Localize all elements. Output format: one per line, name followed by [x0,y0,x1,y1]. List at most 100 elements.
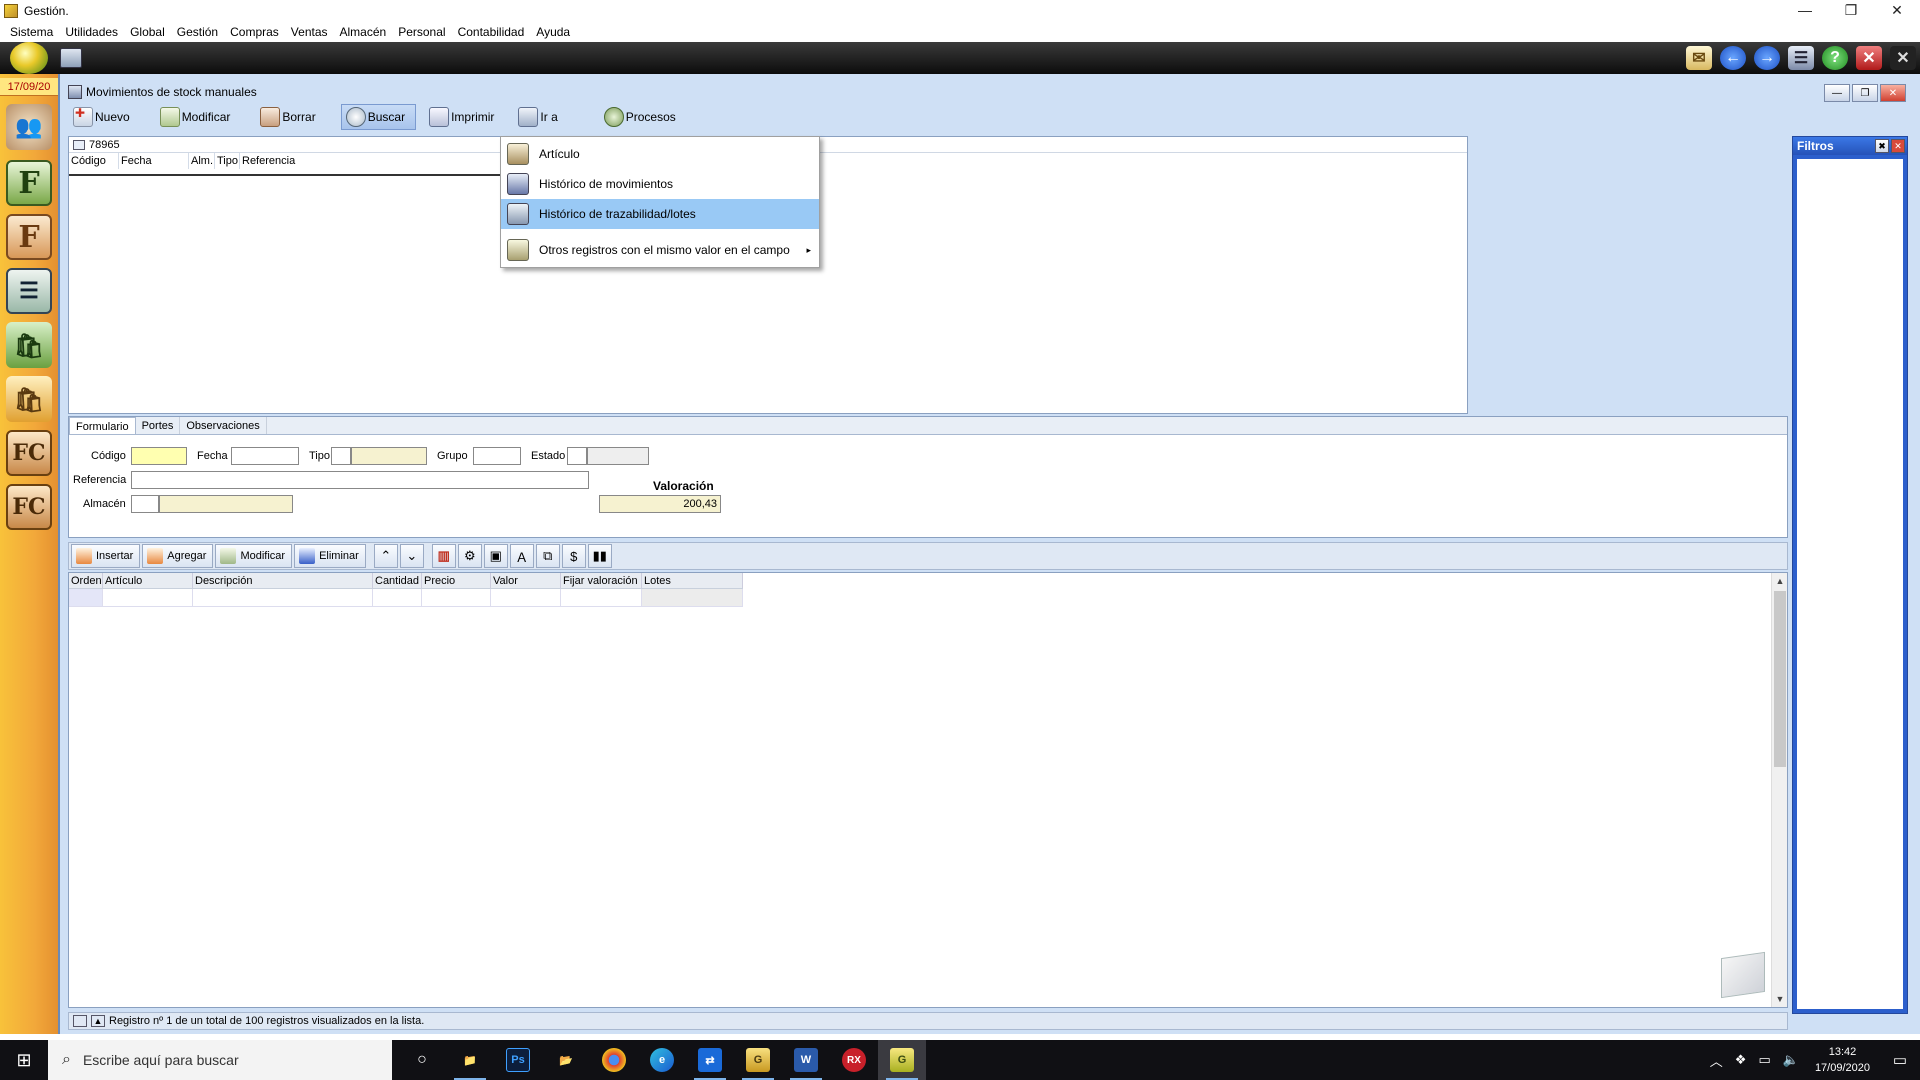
fc-icon-2[interactable]: FC [6,484,52,530]
rx-icon[interactable]: RX [830,1040,878,1080]
col-alm[interactable]: Alm. [189,153,215,169]
modificar-button[interactable]: Modificar [155,104,242,130]
move-up-icon[interactable]: ⌃ [373,544,398,568]
photoshop-icon[interactable]: Ps [494,1040,542,1080]
file-explorer-icon[interactable]: 📁 [446,1040,494,1080]
tab-observaciones[interactable]: Observaciones [180,417,267,434]
estado-code-field[interactable] [567,447,587,465]
menu-item-otros-registros[interactable]: Otros registros con el mismo valor en el… [501,235,819,265]
grupo-field[interactable] [473,447,521,465]
insertar-button[interactable]: Insertar [71,544,141,568]
settings-icon[interactable]: ⚙ [457,544,482,568]
box-icon[interactable]: ▣ [483,544,508,568]
cortana-icon[interactable]: ○ [398,1040,446,1080]
scroll-down-icon[interactable]: ▼ [1772,991,1788,1007]
close-button[interactable]: ✕ [1874,0,1920,22]
referencia-field[interactable] [131,471,589,489]
filters-close-icon[interactable]: ✕ [1891,139,1905,153]
f-orange-icon[interactable]: F [6,214,52,260]
tipo-code-field[interactable] [331,447,351,465]
word-icon[interactable]: W [782,1040,830,1080]
grid-search-value[interactable]: 78965 [89,139,120,151]
keyboard-status-icon[interactable] [73,1015,87,1027]
menu-utilidades[interactable]: Utilidades [59,25,124,39]
fecha-field[interactable] [231,447,299,465]
codigo-field[interactable] [131,447,187,465]
menu-almacen[interactable]: Almacén [334,25,393,39]
tab-formulario[interactable]: Formulario [69,417,136,434]
cell-lotes[interactable] [642,589,743,607]
col-fijar-valoracion[interactable]: Fijar valoración [561,573,642,588]
dropbox-icon[interactable]: ❖ [1735,1052,1747,1068]
notifications-icon[interactable]: ▭ [1880,1040,1920,1080]
cell-orden[interactable] [69,589,103,607]
menu-personal[interactable]: Personal [392,25,451,39]
col-descripcion[interactable]: Descripción [193,573,373,588]
help-icon[interactable]: ? [1822,46,1848,70]
menu-item-articulo[interactable]: Artículo [501,139,819,169]
cell-valor[interactable] [491,589,561,607]
lots-icon[interactable]: $ [561,544,586,568]
col-articulo[interactable]: Artículo [103,573,193,588]
volume-muted-icon[interactable]: 🔈 [1783,1052,1799,1068]
scroll-up-icon[interactable]: ▲ [1772,573,1788,589]
cell-descripcion[interactable] [193,589,373,607]
windows-icon[interactable]: ☰ [1788,46,1814,70]
menu-compras[interactable]: Compras [224,25,285,39]
procesos-button[interactable]: Procesos [599,104,687,130]
traceability-icon[interactable]: ⧉ [535,544,560,568]
f-green-icon[interactable]: F [6,160,52,206]
col-valor[interactable]: Valor [491,573,561,588]
users-icon[interactable]: 👥 [6,104,52,150]
cell-precio[interactable] [422,589,491,607]
windows-start-icon[interactable]: ⊞ [0,1040,48,1080]
cell-cantidad[interactable] [373,589,422,607]
eliminar-button[interactable]: Eliminar [294,544,366,568]
scroll-thumb[interactable] [1774,591,1786,767]
barcode-icon[interactable]: ▮▮ [587,544,612,568]
cell-articulo[interactable] [103,589,193,607]
doc-restore-button[interactable]: ❐ [1852,84,1878,102]
shopping-bag-green-icon[interactable]: 🛍 [6,322,52,368]
doc-minimize-button[interactable]: — [1824,84,1850,102]
edge-icon[interactable]: e [638,1040,686,1080]
taskbar-search[interactable]: ⌕ Escribe aquí para buscar [48,1040,392,1080]
move-down-icon[interactable]: ⌄ [399,544,424,568]
keyboard-icon[interactable] [73,139,85,150]
calculator-icon[interactable] [60,48,82,68]
col-precio[interactable]: Precio [422,573,491,588]
col-tipo[interactable]: Tipo [215,153,240,169]
nuevo-button[interactable]: Nuevo [68,104,141,130]
doc-close-button[interactable]: ✕ [1880,84,1906,102]
back-arrow-icon[interactable]: ← [1720,46,1746,70]
gestion-alt-icon[interactable]: G [734,1040,782,1080]
gestion-icon[interactable]: G [878,1040,926,1080]
chevron-up-icon[interactable]: ︿ [1710,1051,1723,1070]
menu-gestion[interactable]: Gestión [171,25,224,39]
expand-up-icon[interactable]: ▲ [91,1015,105,1027]
forward-arrow-icon[interactable]: → [1754,46,1780,70]
close-all-icon[interactable]: ✕ [1890,46,1916,70]
vertical-scrollbar[interactable]: ▲ ▼ [1771,573,1787,1007]
col-codigo[interactable]: Código [69,153,119,169]
menu-item-historico-trazabilidad[interactable]: Histórico de trazabilidad/lotes [501,199,819,229]
home-orb-icon[interactable] [10,42,48,74]
restore-button[interactable]: ❐ [1828,0,1874,22]
fc-icon[interactable]: FC [6,430,52,476]
list-icon[interactable]: ☰ [6,268,52,314]
menu-contabilidad[interactable]: Contabilidad [452,25,531,39]
article-icon[interactable]: Ａ [509,544,534,568]
teamviewer-icon[interactable]: ⇄ [686,1040,734,1080]
menu-ayuda[interactable]: Ayuda [530,25,576,39]
shopping-bag-orange-icon[interactable]: 🛍 [6,376,52,422]
ir-a-button[interactable]: Ir a [513,104,568,130]
close-window-icon[interactable]: ✕ [1856,46,1882,70]
table-row[interactable] [69,589,743,607]
col-orden[interactable]: Orden [69,573,103,588]
filters-pin-icon[interactable]: ✖ [1875,139,1889,153]
buscar-button[interactable]: Buscar [340,104,417,130]
imprimir-button[interactable]: Imprimir [424,104,505,130]
folder-icon[interactable]: 📂 [542,1040,590,1080]
minimize-button[interactable]: — [1782,0,1828,22]
mail-icon[interactable]: ✉ [1686,46,1712,70]
